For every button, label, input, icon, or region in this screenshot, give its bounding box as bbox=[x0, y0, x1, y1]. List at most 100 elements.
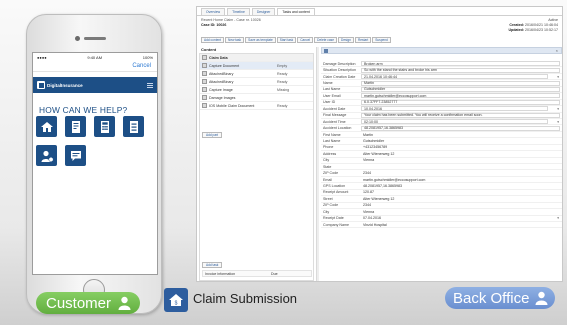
property-value[interactable]: Vienna bbox=[361, 158, 562, 162]
tab-timeline[interactable]: Timeline bbox=[227, 8, 250, 15]
property-label: ZIP Code bbox=[323, 203, 339, 208]
property-value[interactable]: 07.04.2016 bbox=[361, 216, 550, 220]
customer-label-text: Customer bbox=[46, 294, 112, 312]
property-value[interactable]: 2344 bbox=[361, 203, 562, 207]
add-task-button[interactable]: Add task bbox=[202, 262, 223, 268]
property-value[interactable]: Gutschmidler bbox=[361, 139, 562, 143]
document-name: AttachedBinary bbox=[209, 79, 234, 84]
property-value[interactable]: Broken arm bbox=[361, 61, 560, 67]
cancel-case-button[interactable]: Cancel bbox=[297, 37, 314, 43]
property-value[interactable]: Alter Wienerweg 12 bbox=[361, 152, 562, 156]
start-task-button[interactable]: Start task bbox=[276, 37, 297, 43]
property-value[interactable]: 6.0.37FF7.23852777 bbox=[361, 99, 560, 105]
property-value[interactable]: 21.04.2016 10:46:44 bbox=[361, 74, 548, 80]
save-as-template-button[interactable]: Save as template bbox=[245, 37, 276, 43]
tab-designer[interactable]: Designer bbox=[251, 8, 276, 15]
property-value[interactable]: Alter Wienerweg 12 bbox=[361, 197, 562, 201]
save-icon[interactable] bbox=[324, 48, 328, 53]
document-row[interactable]: AttachedBinary Ready bbox=[200, 70, 313, 78]
document-row[interactable]: Capture Image Missing bbox=[200, 86, 313, 94]
calculator-tile[interactable] bbox=[94, 116, 115, 137]
property-value[interactable]: Vienna bbox=[361, 210, 562, 214]
property-label: Final Message bbox=[323, 113, 347, 118]
document-status: Ready bbox=[277, 79, 288, 84]
claim-data-folder[interactable]: Claim Data bbox=[200, 54, 313, 62]
back-office-label-text: Back Office bbox=[453, 289, 530, 307]
customer-label: Customer bbox=[36, 292, 140, 314]
property-label: Situation Description bbox=[323, 68, 356, 73]
document-name: Capture Document bbox=[209, 63, 240, 68]
property-value[interactable]: Gutschmidler bbox=[361, 86, 560, 92]
help-heading: HOW CAN WE HELP? bbox=[39, 105, 128, 115]
property-value[interactable]: 48.2081957,16.3865983 bbox=[361, 184, 562, 188]
hamburger-menu-icon[interactable] bbox=[147, 82, 153, 88]
chat-tile[interactable] bbox=[65, 145, 86, 166]
property-value[interactable]: 02:10:00 bbox=[361, 119, 548, 125]
delete-case-button[interactable]: Delete case bbox=[314, 37, 338, 43]
image-icon bbox=[202, 87, 207, 92]
updated-value: 2016/04/23 10:52:17 bbox=[525, 28, 558, 32]
suspend-button[interactable]: Suspend bbox=[372, 37, 391, 43]
document-row[interactable]: IOS Mobile Claim Document Ready bbox=[200, 102, 313, 110]
chevron-down-icon[interactable]: ▾ bbox=[550, 107, 562, 111]
design-button[interactable]: Design bbox=[338, 37, 354, 43]
document-row[interactable]: AttachedBinary Ready bbox=[200, 78, 313, 86]
calculator-icon bbox=[100, 120, 109, 133]
case-info: Recent Home Claim - Case nr. 10026 Case … bbox=[201, 18, 261, 28]
battery-level: 100% bbox=[142, 54, 153, 60]
properties-list: Damage Description Broken arm Situation De… bbox=[321, 61, 562, 229]
content-heading: Content bbox=[201, 47, 217, 52]
person-icon bbox=[535, 291, 548, 305]
property-value[interactable]: So with the stand the stairs and broke h… bbox=[361, 67, 560, 73]
property-value[interactable]: 2344 bbox=[361, 171, 562, 175]
case-id: Case ID: 10026 bbox=[201, 23, 227, 27]
chevron-down-icon[interactable]: ▾ bbox=[550, 120, 562, 124]
invoice-task-row[interactable]: Invoice information Due bbox=[202, 270, 312, 277]
property-value[interactable]: martin.gutschmidler@eccosupport.com bbox=[361, 178, 562, 182]
document-form-tile[interactable] bbox=[65, 116, 86, 137]
property-label: Accident Location bbox=[323, 126, 352, 131]
property-label: Address bbox=[323, 151, 337, 156]
property-label: Phone bbox=[323, 145, 334, 150]
property-value[interactable]: 48.2081957,16.3865983 bbox=[361, 125, 560, 131]
property-value[interactable]: Martin bbox=[361, 80, 560, 86]
cancel-button[interactable]: Cancel bbox=[132, 63, 151, 69]
chevron-down-icon[interactable]: ▾ bbox=[550, 75, 562, 79]
tab-tasks-and-content[interactable]: Tasks and content bbox=[277, 8, 315, 15]
document-row[interactable]: Damage Images bbox=[200, 94, 313, 102]
property-label: User Email bbox=[323, 93, 341, 98]
restart-button[interactable]: Restart bbox=[354, 37, 372, 43]
panel-splitter[interactable] bbox=[316, 47, 319, 281]
new-task-button[interactable]: New task bbox=[225, 37, 245, 43]
app-logo-icon bbox=[37, 81, 45, 89]
folder-label: Claim Data bbox=[209, 55, 228, 60]
property-value[interactable]: Martin bbox=[361, 133, 562, 137]
svg-text:$: $ bbox=[175, 301, 178, 307]
add-content-button[interactable]: Add content bbox=[201, 37, 225, 43]
user-dollar-tile[interactable] bbox=[36, 145, 57, 166]
property-value[interactable]: Vinzid Hospital bbox=[361, 223, 562, 227]
status-time: 9:40 AM bbox=[87, 54, 103, 60]
document-row[interactable]: Capture Document Empty bbox=[200, 62, 313, 70]
add-part-button[interactable]: Add part bbox=[202, 132, 223, 138]
back-office-label: Back Office bbox=[445, 287, 555, 309]
checklist-tile[interactable] bbox=[123, 116, 144, 137]
home-claim-tile[interactable] bbox=[36, 116, 57, 137]
document-name: Capture Image bbox=[209, 87, 233, 92]
property-label: Email bbox=[323, 177, 332, 182]
folder-icon bbox=[202, 55, 207, 60]
chevron-down-icon[interactable]: ▾ bbox=[550, 216, 562, 220]
property-value[interactable]: martin.gutschmidler@eccosupport.com bbox=[361, 93, 560, 99]
property-label: Receipt Date bbox=[323, 216, 344, 221]
property-label: Company Name bbox=[323, 222, 349, 227]
document-icon bbox=[202, 103, 207, 108]
property-value[interactable]: +43123456789 bbox=[361, 145, 562, 149]
property-label: Street bbox=[323, 196, 333, 201]
tab-overview[interactable]: Overview bbox=[201, 8, 226, 15]
property-value[interactable]: Your claim has been submitted. You will … bbox=[361, 112, 560, 118]
property-value[interactable]: 120.87 bbox=[361, 190, 562, 194]
property-value[interactable]: 10.04.2016 bbox=[361, 106, 548, 112]
close-icon[interactable]: × bbox=[556, 48, 558, 53]
document-status: Ready bbox=[277, 71, 288, 76]
smartphone: ●●●● 9:40 AM 100% Cancel DigitalInsuranc… bbox=[26, 14, 162, 314]
